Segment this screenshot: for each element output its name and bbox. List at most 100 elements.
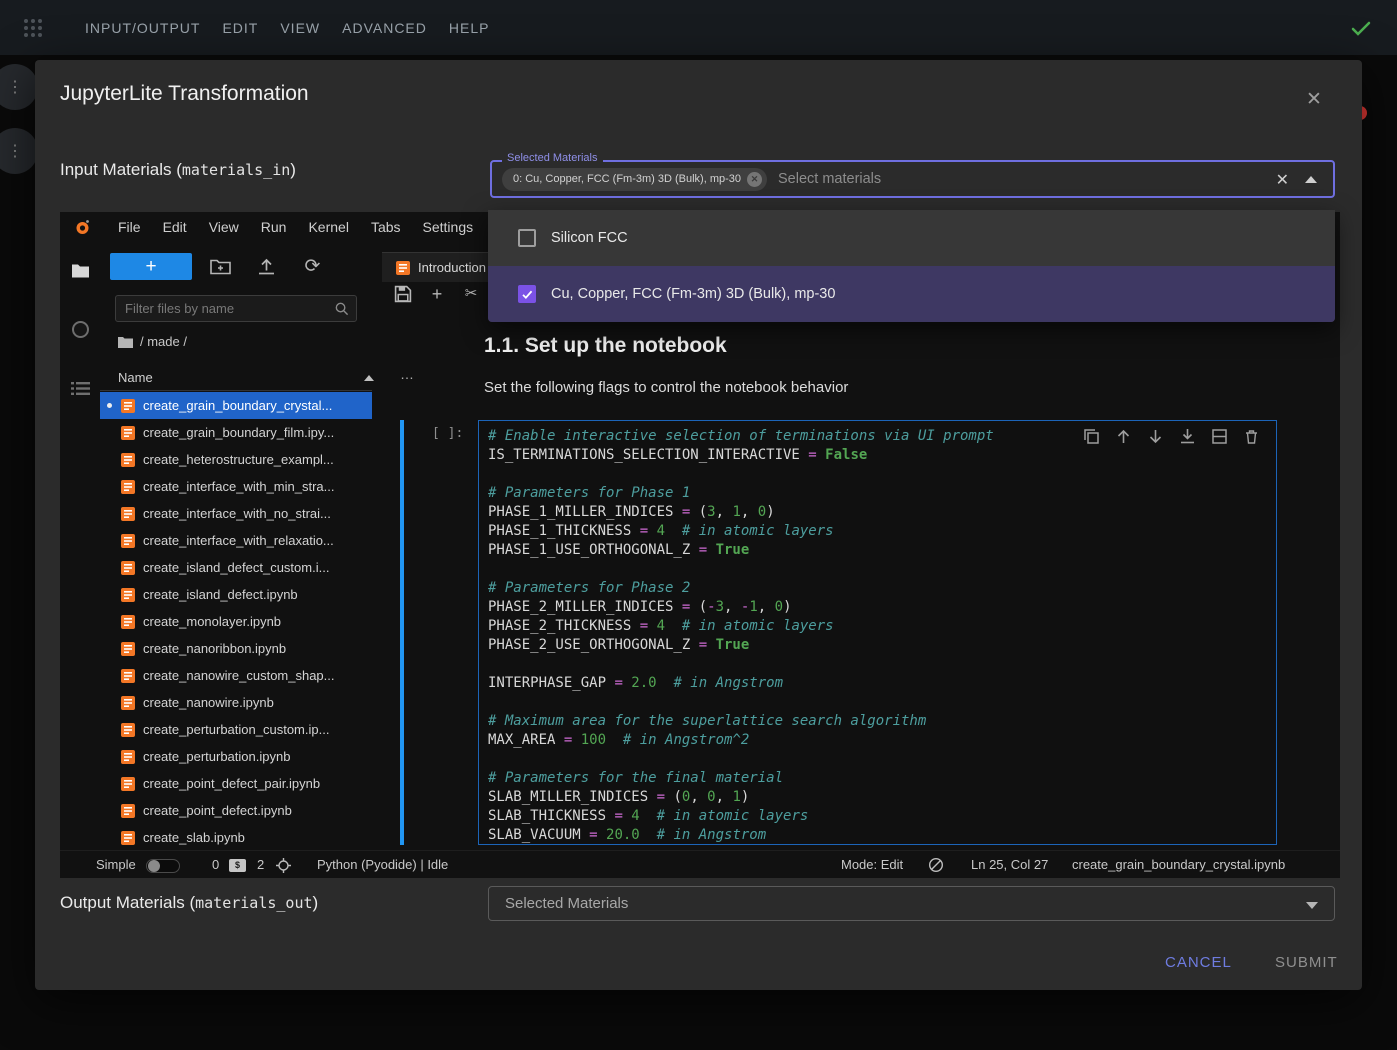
cell-prompt: [ ]:: [432, 426, 463, 441]
notebook-icon: [121, 696, 135, 710]
code-line: SLAB_THICKNESS = 4 # in atomic layers: [488, 807, 1276, 826]
code-line: # Maximum area for the superlattice sear…: [488, 712, 1276, 731]
chip-delete-icon[interactable]: ✕: [747, 172, 762, 187]
file-filter-input[interactable]: [116, 301, 334, 316]
file-row[interactable]: create_perturbation.ipynb: [100, 743, 372, 770]
close-icon[interactable]: ✕: [1299, 84, 1329, 114]
app-menu-input-output[interactable]: INPUT/OUTPUT: [74, 20, 211, 36]
apps-grid-icon[interactable]: [22, 17, 44, 39]
notebook-icon: [121, 642, 135, 656]
file-row[interactable]: create_point_defect_pair.ipynb: [100, 770, 372, 797]
jupyter-menu-items: FileEditViewRunKernelTabsSettingsHelp: [107, 219, 535, 235]
file-row[interactable]: create_nanowire.ipynb: [100, 689, 372, 716]
app-menu-help[interactable]: HELP: [438, 20, 501, 36]
accessibility-icon[interactable]: [928, 857, 944, 873]
material-option[interactable]: Silicon FCC: [488, 210, 1335, 266]
material-option[interactable]: Cu, Copper, FCC (Fm-3m) 3D (Bulk), mp-30: [488, 266, 1335, 322]
file-row[interactable]: create_nanoribbon.ipynb: [100, 635, 372, 662]
file-row[interactable]: create_point_defect.ipynb: [100, 797, 372, 824]
file-row[interactable]: create_grain_boundary_crystal...: [100, 392, 372, 419]
simple-mode-label: Simple: [96, 857, 136, 872]
kernel-status[interactable]: Python (Pyodide) | Idle: [317, 857, 448, 872]
new-launcher-button[interactable]: +: [110, 253, 192, 280]
duplicate-cell-icon[interactable]: [1083, 428, 1100, 445]
jupyter-menu-settings[interactable]: Settings: [412, 219, 485, 235]
move-cell-down-icon[interactable]: [1147, 428, 1164, 445]
checkbox-unchecked-icon[interactable]: [518, 229, 536, 247]
jupyter-menu-run[interactable]: Run: [250, 219, 298, 235]
clear-icon[interactable]: ✕: [1276, 170, 1289, 190]
jupyter-menu-kernel[interactable]: Kernel: [297, 219, 359, 235]
app-menu-advanced[interactable]: ADVANCED: [331, 20, 438, 36]
output-materials-select[interactable]: Selected Materials: [488, 886, 1335, 921]
submit-button[interactable]: SUBMIT: [1267, 948, 1346, 977]
jupyter-logo-icon: [74, 219, 91, 236]
cursor-position[interactable]: Ln 25, Col 27: [971, 857, 1048, 872]
material-chip[interactable]: 0: Cu, Copper, FCC (Fm-3m) 3D (Bulk), mp…: [502, 168, 767, 191]
output-select-value: Selected Materials: [505, 895, 628, 912]
jupyter-menu-file[interactable]: File: [107, 219, 152, 235]
move-cell-up-icon[interactable]: [1115, 428, 1132, 445]
file-row[interactable]: create_perturbation_custom.ip...: [100, 716, 372, 743]
code-line: [488, 655, 1276, 674]
file-row[interactable]: create_island_defect.ipynb: [100, 581, 372, 608]
save-icon[interactable]: [394, 285, 412, 303]
cell-toolbar: [1083, 428, 1260, 445]
insert-cell-above-icon[interactable]: [1179, 428, 1196, 445]
notebook-icon: [121, 507, 135, 521]
breadcrumb[interactable]: / made /: [118, 334, 187, 349]
insert-cell-below-icon[interactable]: [1211, 428, 1228, 445]
file-name: create_island_defect.ipynb: [143, 587, 298, 602]
check-icon[interactable]: [1349, 16, 1373, 40]
file-name: create_point_defect_pair.ipynb: [143, 776, 320, 791]
running-kernels-icon[interactable]: [71, 320, 90, 339]
new-folder-icon[interactable]: [210, 257, 231, 276]
jupyter-menu-tabs[interactable]: Tabs: [360, 219, 412, 235]
file-row[interactable]: create_grain_boundary_film.ipy...: [100, 419, 372, 446]
file-row[interactable]: create_heterostructure_exampl...: [100, 446, 372, 473]
app-menu-view[interactable]: VIEW: [269, 20, 331, 36]
file-name: create_grain_boundary_crystal...: [143, 398, 332, 413]
file-row[interactable]: create_island_defect_custom.i...: [100, 554, 372, 581]
file-row[interactable]: create_interface_with_no_strai...: [100, 500, 372, 527]
notebook-icon: [121, 426, 135, 440]
mode-indicator: Mode: Edit: [841, 857, 903, 872]
delete-cell-icon[interactable]: [1243, 428, 1260, 445]
app-menu-edit[interactable]: EDIT: [211, 20, 269, 36]
insert-cell-icon[interactable]: +: [428, 285, 446, 303]
input-materials-prefix: Input Materials (: [60, 160, 182, 179]
file-list-header[interactable]: Name …: [100, 365, 372, 391]
notebook-icon: [121, 480, 135, 494]
jupyterlite-transformation-dialog: JupyterLite Transformation ✕ Input Mater…: [35, 60, 1362, 990]
tab-label: Introduction: [418, 260, 486, 275]
checkbox-checked-icon[interactable]: [518, 285, 536, 303]
notebook-icon: [121, 399, 135, 413]
file-name: create_interface_with_no_strai...: [143, 506, 331, 521]
table-of-contents-icon[interactable]: [71, 379, 90, 398]
notebook-icon: [121, 831, 135, 845]
select-placeholder: Select materials: [778, 171, 881, 187]
code-line: PHASE_2_MILLER_INDICES = (-3, -1, 0): [488, 598, 1276, 617]
chevron-up-icon[interactable]: [1305, 176, 1317, 183]
toggle-knob: [148, 860, 160, 872]
upload-icon[interactable]: [256, 257, 277, 276]
code-cell[interactable]: # Enable interactive selection of termin…: [478, 420, 1277, 845]
cut-cells-icon[interactable]: ✂: [462, 285, 480, 303]
refresh-icon[interactable]: ⟳: [302, 257, 323, 276]
jupyter-menu-view[interactable]: View: [198, 219, 250, 235]
file-row[interactable]: create_nanowire_custom_shap...: [100, 662, 372, 689]
file-row[interactable]: create_interface_with_relaxatio...: [100, 527, 372, 554]
file-browser-icon[interactable]: [71, 261, 90, 280]
jupyter-menu-edit[interactable]: Edit: [152, 219, 198, 235]
notebook-icon: [121, 561, 135, 575]
materials-select-input[interactable]: 0: Cu, Copper, FCC (Fm-3m) 3D (Bulk), mp…: [490, 160, 1335, 198]
code-editor[interactable]: # Enable interactive selection of termin…: [479, 421, 1276, 845]
file-row[interactable]: create_slab.ipynb: [100, 824, 372, 851]
file-row[interactable]: create_monolayer.ipynb: [100, 608, 372, 635]
code-line: MAX_AREA = 100 # in Angstrom^2: [488, 731, 1276, 750]
code-line: PHASE_1_MILLER_INDICES = (3, 1, 0): [488, 503, 1276, 522]
cancel-button[interactable]: CANCEL: [1157, 948, 1240, 977]
simple-mode-toggle[interactable]: [146, 859, 180, 873]
file-row[interactable]: create_interface_with_min_stra...: [100, 473, 372, 500]
file-name: create_point_defect.ipynb: [143, 803, 292, 818]
